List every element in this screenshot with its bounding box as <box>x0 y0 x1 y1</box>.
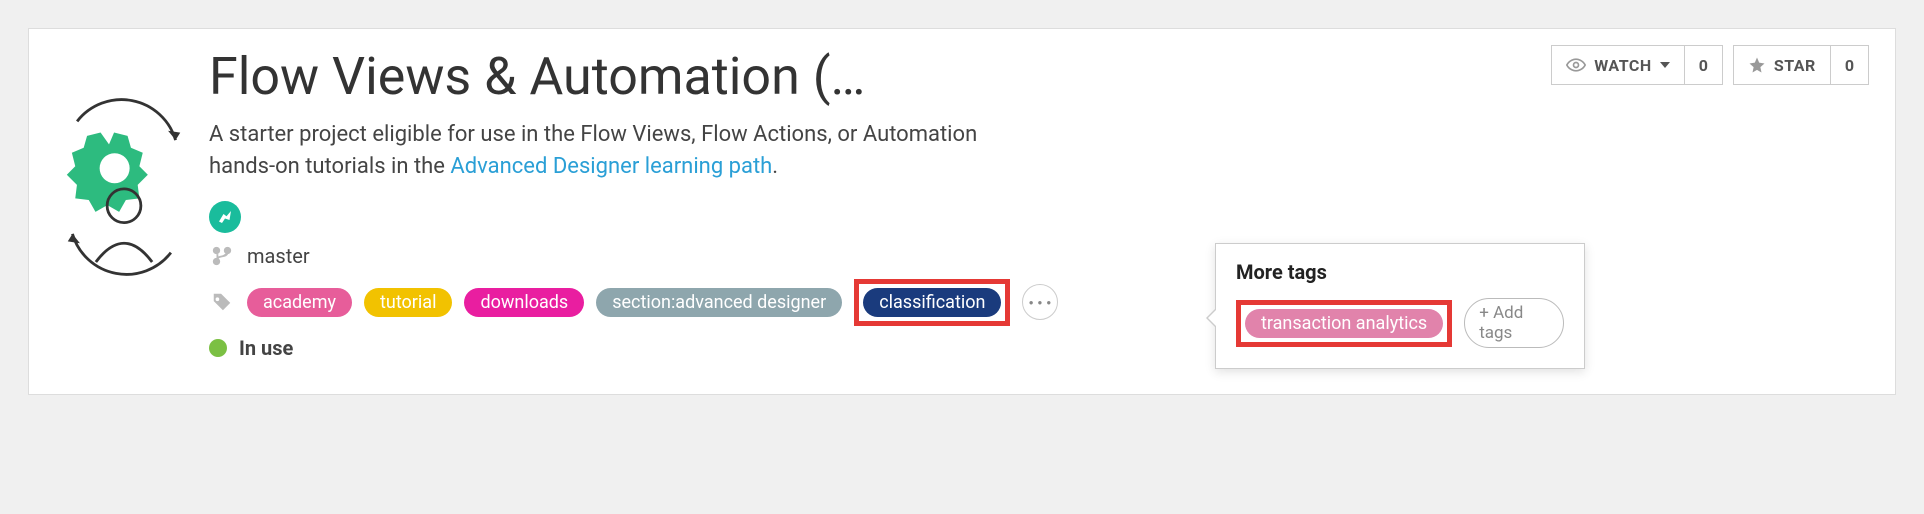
star-icon <box>1748 56 1766 74</box>
tag-tutorial[interactable]: tutorial <box>364 288 452 317</box>
status-indicator-icon <box>209 339 227 357</box>
learning-path-link[interactable]: Advanced Designer learning path <box>450 154 772 179</box>
tag-transaction-analytics[interactable]: transaction analytics <box>1245 309 1443 338</box>
star-button[interactable]: STAR <box>1734 46 1831 84</box>
watch-label: WATCH <box>1594 56 1651 75</box>
popover-tags-row: transaction analytics + Add tags <box>1236 298 1564 348</box>
tag-downloads[interactable]: downloads <box>464 288 584 317</box>
star-group: STAR 0 <box>1733 45 1869 85</box>
project-title: Flow Views & Automation (… <box>209 47 1429 107</box>
highlight-classification: classification <box>854 279 1010 326</box>
owner-avatar[interactable] <box>209 201 241 233</box>
branch-name: master <box>247 244 310 268</box>
watch-button[interactable]: WATCH <box>1552 46 1684 84</box>
tag-section[interactable]: section:advanced designer <box>596 288 842 317</box>
project-icon-column <box>39 47 209 370</box>
bird-icon <box>216 208 234 226</box>
more-tags-button[interactable]: ● ● ● <box>1022 284 1058 320</box>
project-description: A starter project eligible for use in th… <box>209 119 1029 183</box>
more-tags-popover: More tags transaction analytics + Add ta… <box>1215 243 1585 369</box>
add-tags-button[interactable]: + Add tags <box>1464 298 1564 348</box>
project-main: Flow Views & Automation (… A starter pro… <box>209 47 1869 370</box>
branch-icon <box>209 243 235 269</box>
tag-academy[interactable]: academy <box>247 288 352 317</box>
popover-title: More tags <box>1236 260 1564 284</box>
star-label: STAR <box>1774 56 1816 75</box>
watch-count[interactable]: 0 <box>1685 46 1722 84</box>
watch-group: WATCH 0 <box>1551 45 1723 85</box>
status-label: In use <box>239 336 293 360</box>
star-count[interactable]: 0 <box>1831 46 1868 84</box>
tag-icon <box>209 289 235 315</box>
project-icon <box>49 87 199 287</box>
eye-icon <box>1566 58 1586 72</box>
project-card: WATCH 0 STAR 0 Flow Views & Automation (… <box>28 28 1896 395</box>
chevron-down-icon <box>1660 62 1670 68</box>
owner-row <box>209 201 1429 233</box>
highlight-transaction: transaction analytics <box>1236 300 1452 347</box>
action-bar: WATCH 0 STAR 0 <box>1551 45 1869 85</box>
description-text-suffix: . <box>772 154 778 179</box>
tag-classification[interactable]: classification <box>863 288 1001 317</box>
